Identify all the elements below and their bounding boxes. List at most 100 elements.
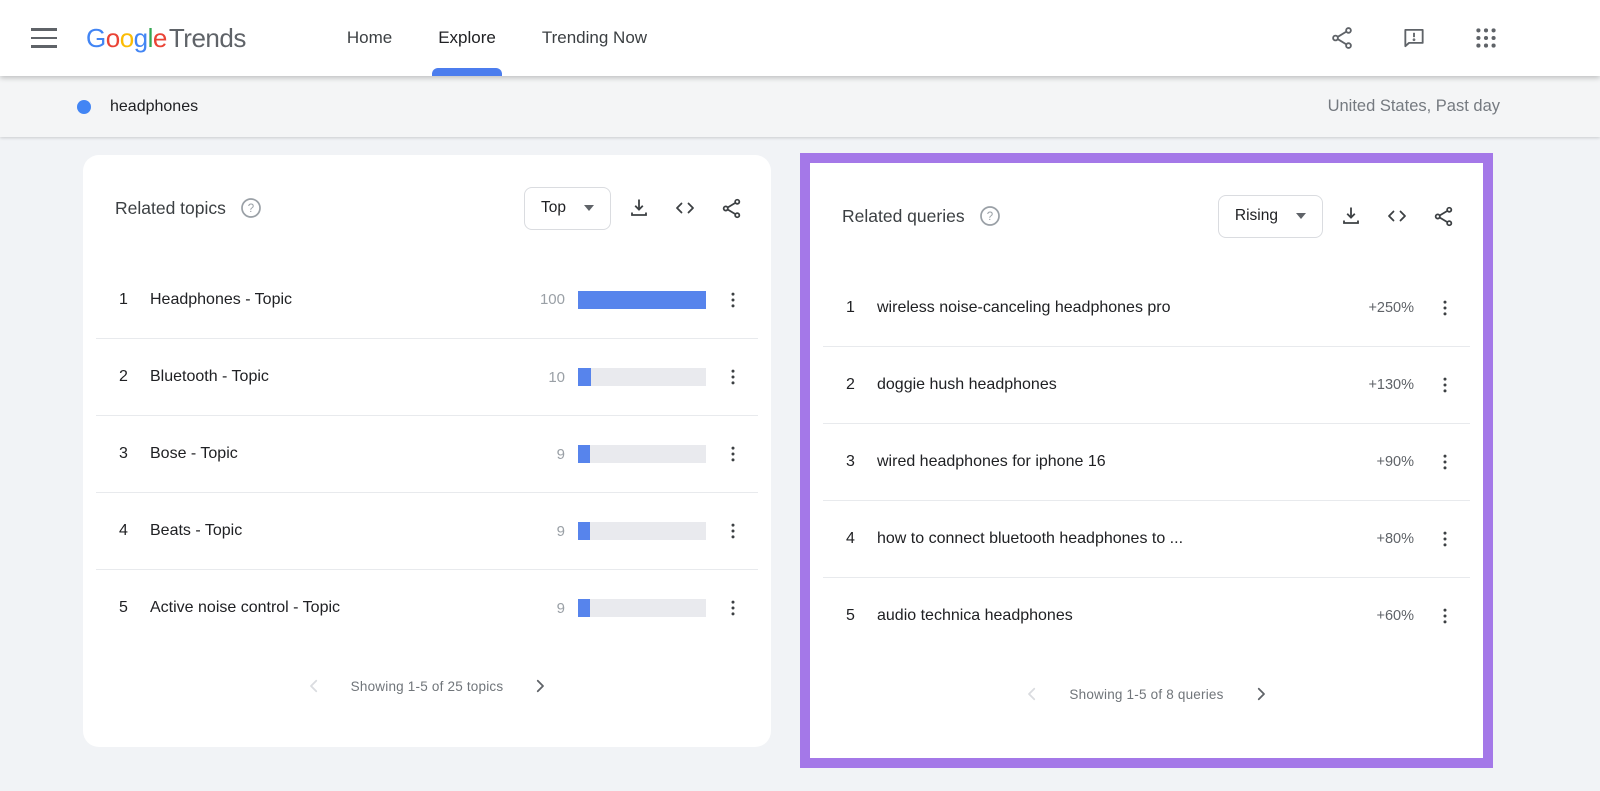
kebab-menu-icon[interactable]: [1426, 597, 1464, 635]
svg-text:?: ?: [248, 203, 254, 215]
highlight-annotation-box: Related queries ? Rising 1 wireless nois…: [800, 153, 1493, 768]
feedback-icon[interactable]: [1396, 20, 1432, 56]
query-row[interactable]: 3 wired headphones for iphone 16 +90%: [823, 423, 1470, 500]
topic-label: Beats - Topic: [150, 522, 243, 539]
topic-label: Active noise control - Topic: [150, 599, 341, 616]
query-rank: 5: [846, 607, 855, 624]
next-page-icon[interactable]: [525, 671, 555, 701]
query-label: wireless noise-canceling headphones pro: [877, 298, 1171, 316]
topics-pagination: Showing 1-5 of 25 topics: [83, 671, 771, 701]
topics-filter-dropdown[interactable]: Top: [524, 186, 611, 230]
prev-page-icon[interactable]: [299, 671, 329, 701]
term-color-dot: [77, 99, 91, 114]
geo-time-scope: United States, Past day: [1327, 97, 1500, 115]
topic-row[interactable]: 3 Bose - Topic 9: [96, 415, 758, 492]
tab-home[interactable]: Home: [324, 0, 415, 76]
query-row[interactable]: 5 audio technica headphones +60%: [823, 577, 1470, 654]
topic-row[interactable]: 1 Headphones - Topic 100: [96, 261, 758, 338]
topic-bar: [578, 599, 706, 617]
kebab-menu-icon[interactable]: [1426, 366, 1464, 404]
apps-grid-icon[interactable]: [1468, 20, 1504, 56]
topic-row[interactable]: 2 Bluetooth - Topic 10: [96, 338, 758, 415]
logo-google-wordmark: Google: [86, 22, 167, 53]
topic-label: Headphones - Topic: [150, 290, 293, 308]
search-term-bar: headphones United States, Past day: [0, 76, 1600, 137]
prev-page-icon[interactable]: [1017, 679, 1047, 709]
topic-rank: 4: [119, 522, 128, 539]
share-icon[interactable]: [1324, 20, 1360, 56]
topic-value: 9: [556, 445, 565, 463]
topic-row[interactable]: 5 Active noise control - Topic 9: [96, 569, 758, 646]
topic-row[interactable]: 4 Beats - Topic 9: [96, 492, 758, 569]
next-page-icon[interactable]: [1246, 679, 1276, 709]
topic-value: 100: [539, 291, 565, 308]
topic-rank: 1: [119, 290, 128, 308]
query-label: wired headphones for iphone 16: [877, 453, 1106, 470]
topic-bar: [578, 522, 706, 540]
kebab-menu-icon[interactable]: [714, 435, 752, 473]
topics-pagination-text: Showing 1-5 of 25 topics: [350, 678, 504, 694]
query-label: how to connect bluetooth headphones to .…: [877, 530, 1184, 547]
kebab-menu-icon[interactable]: [714, 281, 752, 319]
svg-text:?: ?: [986, 211, 992, 223]
help-icon[interactable]: ?: [977, 203, 1003, 229]
query-row[interactable]: 1 wireless noise-canceling headphones pro…: [823, 269, 1470, 346]
topic-bar: [578, 445, 706, 463]
query-row[interactable]: 4 how to connect bluetooth headphones to …: [823, 500, 1470, 577]
search-term: headphones: [110, 97, 199, 115]
embed-icon[interactable]: [1379, 198, 1415, 234]
share-icon[interactable]: [713, 190, 749, 226]
menu-icon[interactable]: [22, 16, 66, 60]
nav-actions: [1324, 20, 1600, 56]
query-rank: 2: [846, 376, 855, 393]
topic-bar-fill: [578, 368, 591, 386]
queries-controls: Rising: [1217, 194, 1461, 238]
query-rank: 3: [846, 453, 855, 470]
query-label: doggie hush headphones: [877, 376, 1057, 393]
topic-rank: 3: [119, 445, 128, 462]
kebab-menu-icon[interactable]: [714, 358, 752, 396]
topic-rank: 2: [119, 368, 128, 385]
query-growth: +250%: [1368, 299, 1414, 316]
tab-explore[interactable]: Explore: [415, 0, 519, 76]
related-queries-title: Related queries: [842, 205, 965, 226]
topic-value: 9: [556, 599, 565, 617]
query-growth: +90%: [1376, 454, 1415, 470]
chevron-down-icon: [1296, 213, 1306, 219]
topics-controls: Top: [524, 186, 749, 230]
main-content: Related topics ? Top 1 Headphones - Topi…: [0, 137, 1600, 791]
embed-icon[interactable]: [667, 190, 703, 226]
topic-bar-fill: [578, 599, 590, 617]
kebab-menu-icon[interactable]: [1426, 520, 1464, 558]
help-icon[interactable]: ?: [238, 195, 264, 221]
download-icon[interactable]: [621, 190, 657, 226]
related-queries-list: 1 wireless noise-canceling headphones pro…: [823, 269, 1470, 654]
query-row[interactable]: 2 doggie hush headphones +130%: [823, 346, 1470, 423]
chevron-down-icon: [584, 205, 594, 211]
query-growth: +130%: [1368, 377, 1414, 393]
topic-value: 9: [556, 522, 565, 540]
kebab-menu-icon[interactable]: [1426, 443, 1464, 481]
topic-rank: 5: [119, 599, 128, 616]
kebab-menu-icon[interactable]: [714, 512, 752, 550]
query-label: audio technica headphones: [877, 607, 1073, 624]
google-trends-logo[interactable]: GoogleTrends: [86, 23, 246, 54]
kebab-menu-icon[interactable]: [714, 589, 752, 627]
topic-bar-fill: [578, 522, 590, 540]
download-icon[interactable]: [1333, 198, 1369, 234]
query-rank: 1: [846, 298, 855, 316]
top-nav: GoogleTrends Home Explore Trending Now: [0, 0, 1600, 76]
related-queries-card: Related queries ? Rising 1 wireless nois…: [810, 163, 1483, 758]
queries-filter-dropdown[interactable]: Rising: [1217, 194, 1323, 238]
queries-pagination-text: Showing 1-5 of 8 queries: [1069, 686, 1224, 702]
topic-label: Bluetooth - Topic: [150, 368, 269, 385]
topic-bar-fill: [578, 290, 706, 309]
topic-bar: [578, 290, 706, 309]
kebab-menu-icon[interactable]: [1426, 289, 1464, 327]
tab-trending-now[interactable]: Trending Now: [519, 0, 670, 76]
share-icon[interactable]: [1425, 198, 1461, 234]
topic-label: Bose - Topic: [150, 445, 238, 462]
topic-value: 10: [548, 368, 565, 386]
query-growth: +80%: [1376, 531, 1415, 547]
query-growth: +60%: [1376, 608, 1415, 624]
